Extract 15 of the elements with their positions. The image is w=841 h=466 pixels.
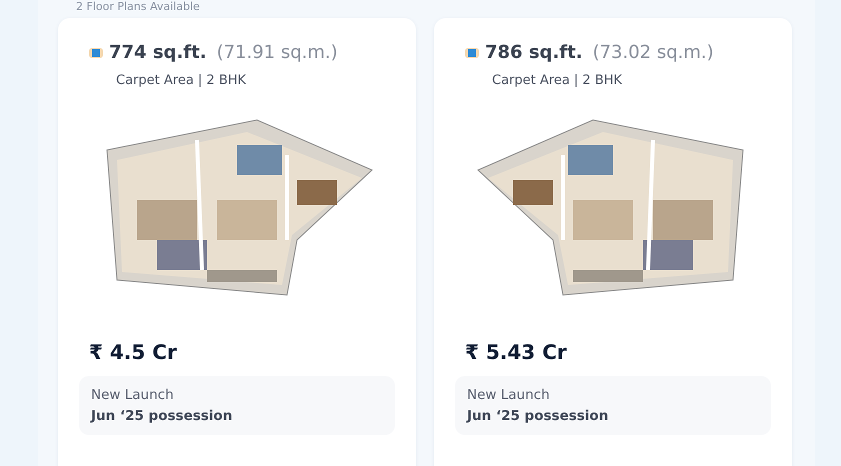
status-text: New Launch — [91, 387, 174, 403]
floor-plan-icon — [465, 46, 479, 60]
area-metric-text: (73.02 sq.m.) — [592, 42, 714, 63]
area-text: 774 sq.ft. — [109, 42, 207, 63]
status-text: New Launch — [467, 387, 550, 403]
floor-plan-icon — [89, 46, 103, 60]
possession-text: Jun ‘25 possession — [91, 408, 232, 424]
unit-type-text: Carpet Area | 2 BHK — [492, 73, 622, 88]
unit-type-text: Carpet Area | 2 BHK — [116, 73, 246, 88]
area-text: 786 sq.ft. — [485, 42, 583, 63]
price-text: ₹ 5.43 Cr — [465, 340, 567, 364]
price-text: ₹ 4.5 Cr — [89, 340, 177, 364]
area-metric-text: (71.91 sq.m.) — [216, 42, 338, 63]
possession-text: Jun ‘25 possession — [467, 408, 608, 424]
section-heading: 2 Floor Plans Available — [75, 0, 201, 15]
